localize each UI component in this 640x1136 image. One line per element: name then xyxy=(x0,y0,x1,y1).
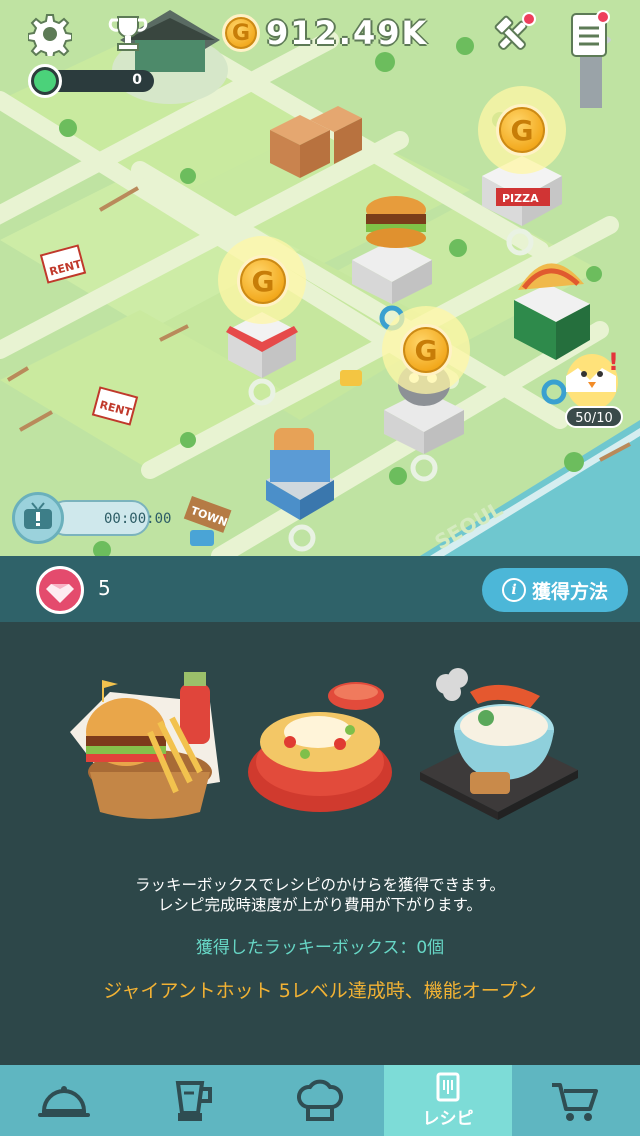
gear-icon xyxy=(28,14,72,56)
collect-coin-pizza[interactable]: G xyxy=(496,104,548,156)
nav-recipe-label: レシピ xyxy=(422,1109,474,1129)
ad-timer[interactable]: 00:00:00 xyxy=(12,492,171,544)
collect-coin-left[interactable]: G xyxy=(237,255,289,307)
tools-button[interactable] xyxy=(488,12,536,60)
gem-bar: 5 i 獲得方法 xyxy=(0,556,640,622)
level-track: 0 xyxy=(46,70,154,92)
gem-count: 5 xyxy=(98,576,111,600)
trophy-icon xyxy=(108,16,148,51)
gold-currency: G 912.49K xyxy=(222,12,428,54)
recipe-book-icon xyxy=(436,1072,460,1102)
timer-text: 00:00:00 xyxy=(104,511,172,527)
settings-button[interactable] xyxy=(28,12,72,56)
gem-icon xyxy=(36,566,84,614)
nav-item-service[interactable] xyxy=(0,1065,128,1136)
nav-item-kitchen[interactable] xyxy=(128,1065,256,1136)
nav-item-shop[interactable] xyxy=(512,1065,640,1136)
chef-hat-icon xyxy=(297,1079,343,1121)
gold-coin-icon: G xyxy=(222,14,260,52)
cart-icon xyxy=(552,1082,598,1121)
collect-coin-pot[interactable]: G xyxy=(400,324,452,376)
chick-counter[interactable]: 50/10 xyxy=(565,406,623,428)
level-progress[interactable]: 0 xyxy=(28,64,154,98)
seafood-ramen-icon xyxy=(420,668,578,820)
crown-icon xyxy=(28,64,62,98)
nav-item-recipe[interactable]: レシピ xyxy=(384,1065,512,1136)
tv-icon xyxy=(12,492,64,544)
tools-notification-dot xyxy=(522,12,536,26)
nachos-plate-icon xyxy=(248,682,392,812)
gold-amount: 912.49K xyxy=(266,14,429,52)
pizza-sign-text: PIZZA xyxy=(502,192,539,205)
trophy-button[interactable] xyxy=(106,12,150,56)
notes-button[interactable] xyxy=(568,8,614,60)
recipe-panel: ラッキーボックスでレシピのかけらを獲得できます。 レシピ完成時速度が上がり費用が… xyxy=(0,622,640,1065)
recipe-illustrations xyxy=(70,668,578,820)
how-to-get-button[interactable]: i 獲得方法 xyxy=(482,568,628,612)
unlock-condition: ジャイアントホット 5レベル達成時、機能オープン xyxy=(103,980,537,1002)
description-line-2: レシピ完成時速度が上がり費用が下がります。 xyxy=(158,896,482,914)
city-map[interactable]: SEOUL RENT RENT PIZZA TOWN ! G G G G 912… xyxy=(0,0,640,556)
nav-item-chef[interactable] xyxy=(256,1065,384,1136)
lucky-box-count: 獲得したラッキーボックス：0個 xyxy=(195,938,445,958)
how-to-get-label: 獲得方法 xyxy=(531,580,608,603)
level-value: 0 xyxy=(132,72,142,88)
notes-notification-dot xyxy=(596,10,610,24)
burger-basket-icon xyxy=(70,672,220,819)
svg-text:!: ! xyxy=(608,348,619,376)
bottom-nav: レシピ xyxy=(0,1065,640,1136)
blender-icon xyxy=(175,1080,212,1121)
cloche-icon xyxy=(38,1085,90,1117)
info-icon: i xyxy=(501,578,526,602)
description-line-1: ラッキーボックスでレシピのかけらを獲得できます。 xyxy=(135,876,505,894)
